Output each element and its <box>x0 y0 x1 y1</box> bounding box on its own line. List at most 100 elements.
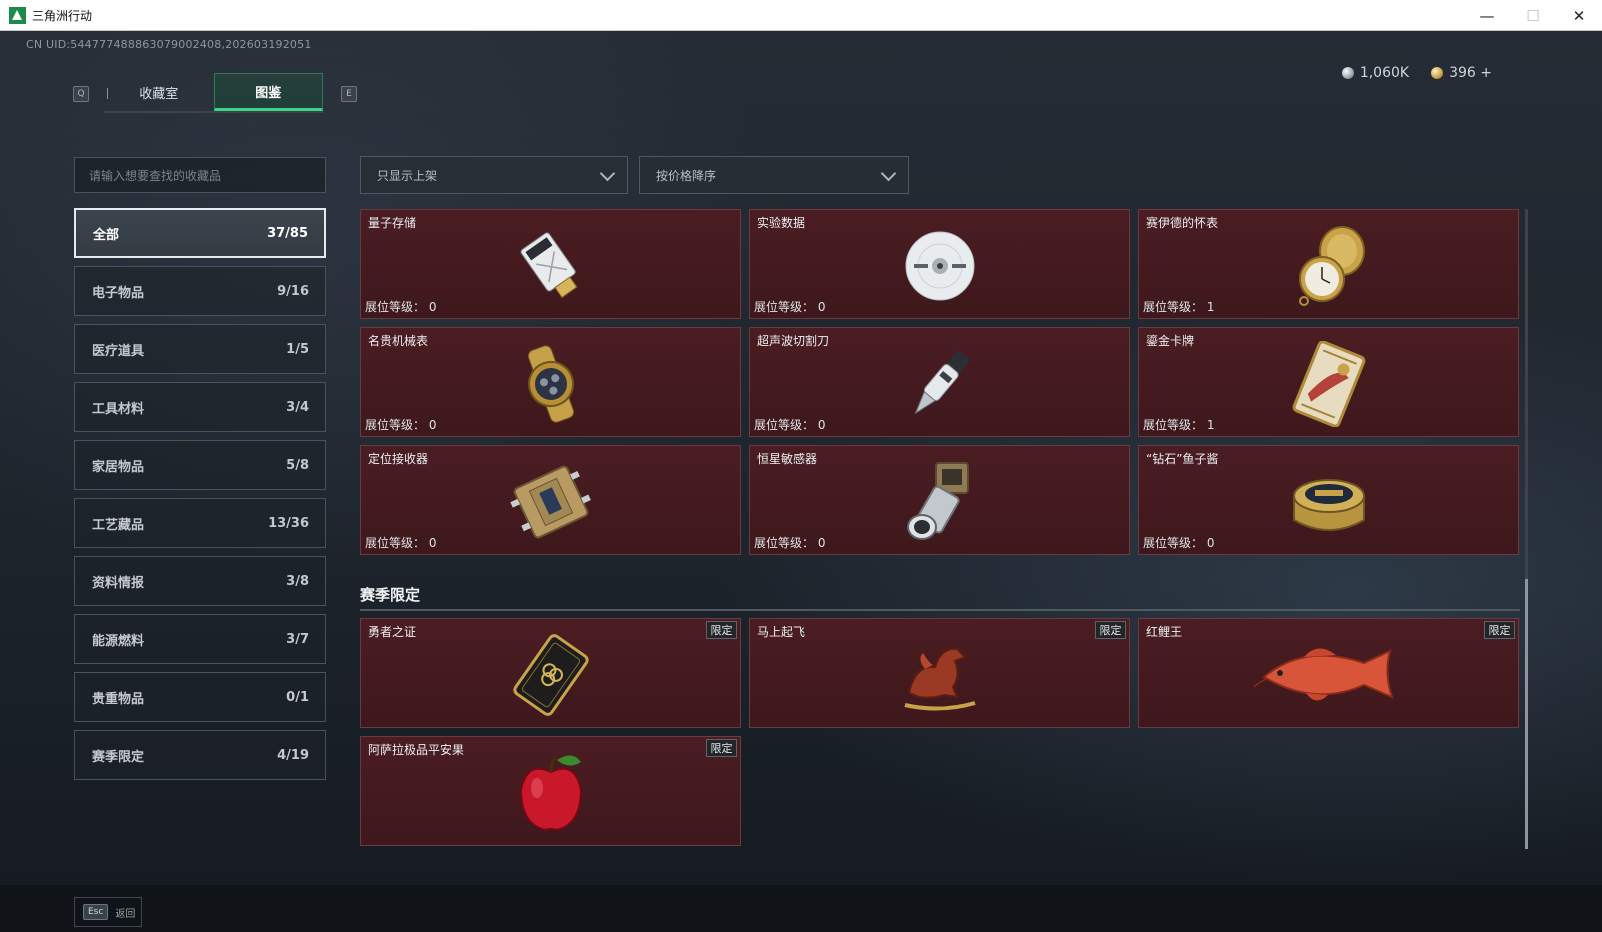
limited-badge: 限定 <box>706 739 737 757</box>
item-name: 红鲤王 <box>1146 625 1183 639</box>
chevron-down-icon <box>599 165 616 182</box>
category-label: 家居物品 <box>92 459 145 475</box>
item-card-quantum-storage[interactable]: 量子存储 展位等级： 0 <box>360 209 741 319</box>
item-name: “钻石”鱼子酱 <box>1146 452 1219 466</box>
window-titlebar: 三角洲行动 — ☐ ✕ <box>0 0 1602 31</box>
item-name: 恒星敏感器 <box>757 452 818 466</box>
category-count: 13/36 <box>268 515 309 531</box>
tab-catalog[interactable]: 图鉴 <box>213 73 323 111</box>
wristwatch-icon <box>527 345 574 423</box>
item-card-horse-takeoff[interactable]: 马上起飞 限定 <box>749 618 1130 728</box>
category-count: 3/7 <box>286 631 309 647</box>
main-tabs: 收藏室 图鉴 <box>104 73 323 113</box>
category-label: 能源燃料 <box>92 633 145 649</box>
item-level: 展位等级： 1 <box>1143 418 1215 432</box>
category-electronics[interactable]: 电子物品 9/16 <box>74 266 326 316</box>
category-tools[interactable]: 工具材料 3/4 <box>74 382 326 432</box>
section-divider <box>360 609 1520 611</box>
category-list: 全部 37/85 电子物品 9/16 医疗道具 1/5 工具材料 3/4 家居物品 5/8… <box>74 208 326 788</box>
category-intel[interactable]: 资料情报 3/8 <box>74 556 326 606</box>
category-label: 资料情报 <box>92 575 145 591</box>
back-button[interactable]: Esc 返回 <box>74 897 142 927</box>
item-card-position-receiver[interactable]: 定位接收器 展位等级： 0 <box>360 445 741 555</box>
item-name: 名贵机械表 <box>368 334 429 348</box>
item-level: 展位等级： 0 <box>365 536 437 550</box>
scrollbar-thumb[interactable] <box>1525 579 1528 849</box>
limited-badge: 限定 <box>1095 621 1126 639</box>
maximize-button[interactable]: ☐ <box>1510 0 1556 31</box>
item-card-experiment-data[interactable]: 实验数据 展位等级： 0 <box>749 209 1130 319</box>
item-card-diamond-caviar[interactable]: “钻石”鱼子酱 展位等级： 0 <box>1138 445 1519 555</box>
collection-search-input[interactable]: 请输入想要查找的收藏品 <box>74 157 326 193</box>
usb-drive-icon <box>520 232 577 299</box>
item-card-luxury-watch[interactable]: 名贵机械表 展位等级： 0 <box>360 327 741 437</box>
app-logo-icon <box>9 6 26 24</box>
item-name: 实验数据 <box>757 216 806 230</box>
item-level: 展位等级： 0 <box>365 300 437 314</box>
apple-icon <box>519 755 582 832</box>
game-area: CN UID:544777488863079002408,20260319205… <box>0 31 1602 932</box>
limited-badge: 限定 <box>1484 621 1515 639</box>
item-card-gilded-card[interactable]: 鎏金卡牌 展位等级： 1 <box>1138 327 1519 437</box>
chevron-down-icon <box>880 165 897 182</box>
next-tab-key-hint[interactable]: E <box>341 86 357 102</box>
category-count: 1/5 <box>286 341 309 357</box>
scrollbar[interactable] <box>1525 209 1528 849</box>
category-count: 3/4 <box>286 399 309 415</box>
category-household[interactable]: 家居物品 5/8 <box>74 440 326 490</box>
category-valuables[interactable]: 贵重物品 0/1 <box>74 672 326 722</box>
item-card-ultrasonic-cutter[interactable]: 超声波切割刀 展位等级： 0 <box>749 327 1130 437</box>
item-name: 定位接收器 <box>368 452 429 466</box>
star-sensor-icon <box>906 462 969 541</box>
back-label: 返回 <box>115 908 136 920</box>
item-name: 量子存储 <box>368 216 417 230</box>
tab-collection-room[interactable]: 收藏室 <box>104 73 214 111</box>
item-card-star-sensor[interactable]: 恒星敏感器 展位等级： 0 <box>749 445 1130 555</box>
category-season[interactable]: 赛季限定 4/19 <box>74 730 326 780</box>
pocket-watch-icon <box>1298 226 1365 307</box>
item-level: 展位等级： 0 <box>1143 536 1215 550</box>
currency-bar: 1,060K 396 + <box>1341 65 1492 81</box>
category-label: 电子物品 <box>92 285 145 301</box>
display-filter-dropdown[interactable]: 只显示上架 <box>360 156 628 194</box>
category-label: 工艺藏品 <box>92 517 145 533</box>
item-level: 展位等级： 0 <box>754 536 826 550</box>
item-level: 展位等级： 0 <box>365 418 437 432</box>
category-label: 贵重物品 <box>92 691 145 707</box>
category-crafts[interactable]: 工艺藏品 13/36 <box>74 498 326 548</box>
category-medical[interactable]: 医疗道具 1/5 <box>74 324 326 374</box>
esc-key-hint: Esc <box>83 904 109 920</box>
item-level: 展位等级： 1 <box>1143 300 1215 314</box>
gold-card-icon <box>1292 341 1365 428</box>
season-section-title: 赛季限定 <box>360 586 421 604</box>
gold-amount[interactable]: 396 + <box>1449 65 1492 81</box>
cutter-icon <box>914 351 969 415</box>
category-label: 全部 <box>93 227 120 243</box>
category-count: 3/8 <box>286 573 309 589</box>
category-label: 赛季限定 <box>92 749 145 765</box>
bottom-bar <box>0 885 1602 932</box>
category-count: 9/16 <box>277 283 309 299</box>
silver-amount: 1,060K <box>1359 65 1410 81</box>
item-card-asala-apple[interactable]: 阿萨拉极品平安果 限定 <box>360 736 741 846</box>
carp-icon <box>1252 648 1394 701</box>
category-all[interactable]: 全部 37/85 <box>74 208 326 258</box>
badge-card-icon <box>512 634 589 716</box>
category-count: 37/85 <box>267 225 308 241</box>
category-count: 4/19 <box>277 747 309 763</box>
horse-statue-icon <box>904 648 976 711</box>
item-name: 阿萨拉极品平安果 <box>368 743 465 757</box>
item-level: 展位等级： 0 <box>754 418 826 432</box>
item-name: 鎏金卡牌 <box>1146 334 1195 348</box>
item-card-brave-proof[interactable]: 勇者之证 限定 <box>360 618 741 728</box>
category-fuel[interactable]: 能源燃料 3/7 <box>74 614 326 664</box>
category-count: 5/8 <box>286 457 309 473</box>
sort-dropdown[interactable]: 按价格降序 <box>639 156 909 194</box>
item-card-pocket-watch[interactable]: 赛伊德的怀表 展位等级： 1 <box>1138 209 1519 319</box>
item-card-red-carp-king[interactable]: 红鲤王 限定 <box>1138 618 1519 728</box>
minimize-button[interactable]: — <box>1464 0 1510 31</box>
close-button[interactable]: ✕ <box>1556 0 1602 31</box>
prev-tab-key-hint[interactable]: Q <box>73 86 89 102</box>
item-level: 展位等级： 0 <box>754 300 826 314</box>
category-label: 工具材料 <box>92 401 145 417</box>
